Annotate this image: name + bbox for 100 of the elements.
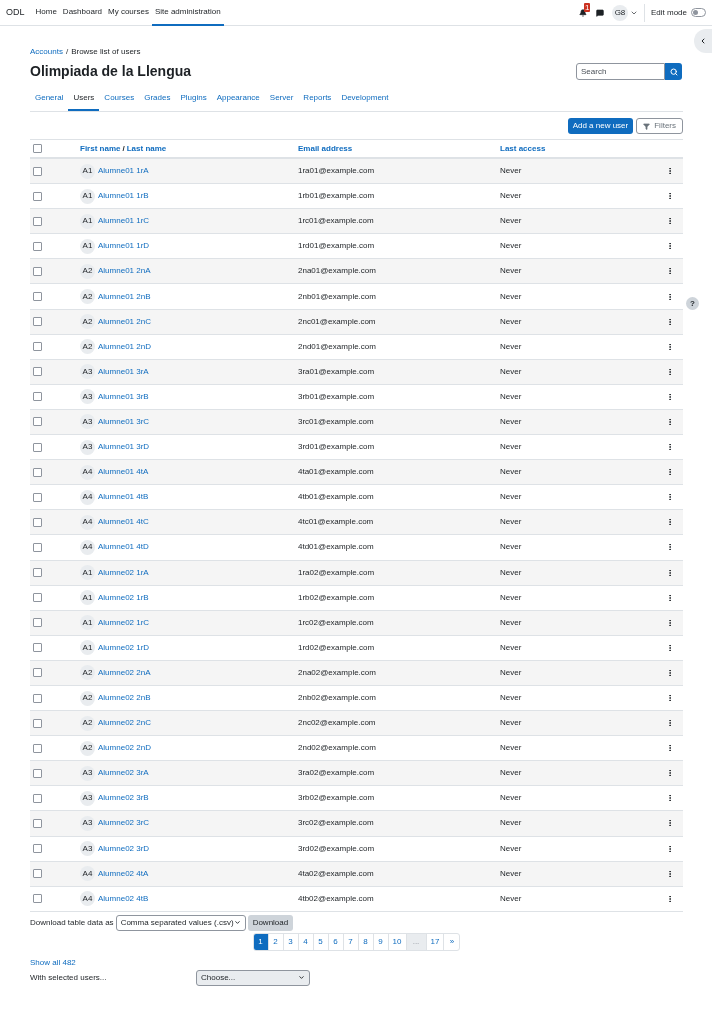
page-link[interactable]: 7 bbox=[343, 933, 359, 950]
checkbox[interactable] bbox=[33, 743, 42, 753]
show-all-link[interactable]: Show all 482 bbox=[30, 956, 683, 969]
more-actions-icon[interactable] bbox=[666, 869, 674, 878]
edit-mode-switch[interactable] bbox=[691, 8, 706, 17]
column-sort-link[interactable]: Last name bbox=[126, 142, 167, 155]
more-actions-icon[interactable] bbox=[666, 618, 674, 627]
checkbox[interactable] bbox=[33, 342, 42, 352]
more-actions-icon[interactable] bbox=[666, 568, 674, 577]
help-button[interactable]: ? bbox=[686, 297, 699, 310]
checkbox[interactable] bbox=[33, 241, 42, 251]
user-name-link[interactable]: Alumne01 3rA bbox=[98, 365, 149, 378]
page-link[interactable]: 9 bbox=[373, 933, 389, 950]
tab[interactable]: Grades bbox=[139, 87, 176, 111]
user-name-link[interactable]: Alumne01 1rD bbox=[98, 240, 150, 253]
checkbox[interactable] bbox=[33, 618, 42, 628]
checkbox[interactable] bbox=[33, 718, 42, 728]
more-actions-icon[interactable] bbox=[666, 844, 674, 853]
more-actions-icon[interactable] bbox=[666, 719, 674, 728]
more-actions-icon[interactable] bbox=[666, 292, 674, 301]
more-actions-icon[interactable] bbox=[666, 392, 674, 401]
more-actions-icon[interactable] bbox=[666, 192, 674, 201]
user-name-link[interactable]: Alumne01 3rD bbox=[98, 441, 150, 454]
tab[interactable]: Development bbox=[336, 87, 394, 111]
column-header[interactable]: Last access bbox=[500, 142, 546, 155]
page-link[interactable]: » bbox=[444, 933, 460, 950]
column-header[interactable]: Email address bbox=[298, 142, 500, 155]
user-name-link[interactable]: Alumne01 1rA bbox=[98, 165, 149, 178]
user-name-link[interactable]: Alumne02 1rD bbox=[98, 641, 150, 654]
more-actions-icon[interactable] bbox=[666, 342, 674, 351]
more-actions-icon[interactable] bbox=[666, 694, 674, 702]
tab[interactable]: Server bbox=[264, 87, 299, 111]
tab[interactable]: General bbox=[30, 87, 69, 111]
user-name-link[interactable]: Alumne02 4tB bbox=[98, 892, 149, 905]
more-actions-icon[interactable] bbox=[666, 543, 674, 552]
more-actions-icon[interactable] bbox=[666, 317, 674, 326]
user-name-link[interactable]: Alumne01 3rB bbox=[98, 390, 149, 403]
search-field[interactable]: Search bbox=[576, 63, 665, 80]
checkbox[interactable] bbox=[33, 593, 42, 603]
user-name-link[interactable]: Alumne02 4tA bbox=[98, 867, 149, 880]
more-actions-icon[interactable] bbox=[666, 668, 674, 677]
more-actions-icon[interactable] bbox=[666, 167, 674, 176]
tab[interactable]: Users bbox=[68, 87, 100, 111]
user-name-link[interactable]: Alumne02 3rD bbox=[98, 842, 150, 855]
download-format-select[interactable]: Comma separated values (.csv) bbox=[115, 914, 246, 931]
user-avatar[interactable]: G8 bbox=[611, 4, 628, 21]
tab[interactable]: Reports bbox=[298, 87, 337, 111]
more-actions-icon[interactable] bbox=[666, 593, 674, 602]
user-name-link[interactable]: Alumne02 2nC bbox=[98, 717, 151, 730]
bell-icon[interactable] bbox=[578, 8, 587, 17]
checkbox[interactable] bbox=[33, 292, 42, 301]
bulk-action-select[interactable]: Choose... bbox=[196, 969, 310, 986]
nav-link[interactable]: Site administration bbox=[151, 0, 224, 26]
checkbox[interactable] bbox=[33, 467, 42, 477]
more-actions-icon[interactable] bbox=[666, 217, 674, 226]
checkbox[interactable] bbox=[33, 869, 42, 879]
page-link[interactable]: 4 bbox=[298, 933, 314, 950]
user-name-link[interactable]: Alumne01 2nB bbox=[98, 290, 151, 303]
column-sort-link[interactable]: First name bbox=[80, 142, 121, 155]
user-name-link[interactable]: Alumne02 1rB bbox=[98, 591, 149, 604]
checkbox[interactable] bbox=[33, 844, 42, 854]
user-name-link[interactable]: Alumne01 1rC bbox=[98, 215, 150, 228]
user-name-link[interactable]: Alumne01 2nD bbox=[98, 340, 151, 353]
user-name-link[interactable]: Alumne01 4tB bbox=[98, 491, 149, 504]
page-link[interactable]: 1 bbox=[253, 933, 269, 950]
page-link[interactable]: 3 bbox=[283, 933, 299, 950]
breadcrumb-link[interactable]: Accounts bbox=[30, 46, 63, 58]
brand-logo[interactable]: ODL bbox=[6, 5, 25, 20]
chevron-left-icon[interactable] bbox=[699, 37, 707, 45]
user-name-link[interactable]: Alumne01 3rC bbox=[98, 416, 150, 428]
more-actions-icon[interactable] bbox=[666, 794, 674, 803]
page-link[interactable]: 10 bbox=[388, 933, 407, 950]
checkbox[interactable] bbox=[33, 819, 42, 828]
user-name-link[interactable]: Alumne02 2nA bbox=[98, 666, 151, 679]
checkbox[interactable] bbox=[33, 643, 42, 653]
more-actions-icon[interactable] bbox=[666, 493, 674, 502]
checkbox[interactable] bbox=[33, 492, 42, 502]
user-name-link[interactable]: Alumne01 4tC bbox=[98, 516, 149, 529]
checkbox[interactable] bbox=[33, 568, 42, 578]
page-link[interactable]: 8 bbox=[358, 933, 374, 950]
tab[interactable]: Plugins bbox=[175, 87, 212, 111]
user-name-link[interactable]: Alumne02 3rC bbox=[98, 817, 150, 830]
user-name-link[interactable]: Alumne02 3rA bbox=[98, 767, 149, 780]
checkbox[interactable] bbox=[33, 216, 42, 226]
user-name-link[interactable]: Alumne01 2nC bbox=[98, 315, 151, 328]
user-name-link[interactable]: Alumne01 2nA bbox=[98, 265, 151, 278]
checkbox[interactable] bbox=[33, 144, 42, 153]
checkbox[interactable] bbox=[33, 768, 42, 778]
user-name-link[interactable]: Alumne01 4tA bbox=[98, 466, 149, 479]
checkbox[interactable] bbox=[33, 442, 42, 452]
user-name-link[interactable]: Alumne02 1rA bbox=[98, 566, 149, 579]
user-name-link[interactable]: Alumne02 3rB bbox=[98, 792, 149, 805]
download-button[interactable]: Download bbox=[247, 914, 294, 931]
more-actions-icon[interactable] bbox=[666, 242, 674, 251]
page-link[interactable]: 17 bbox=[426, 933, 445, 950]
nav-link[interactable]: My courses bbox=[105, 0, 152, 26]
checkbox[interactable] bbox=[33, 668, 42, 678]
page-link[interactable]: 5 bbox=[313, 933, 329, 950]
nav-link[interactable]: Home bbox=[32, 0, 60, 26]
checkbox[interactable] bbox=[33, 166, 42, 176]
